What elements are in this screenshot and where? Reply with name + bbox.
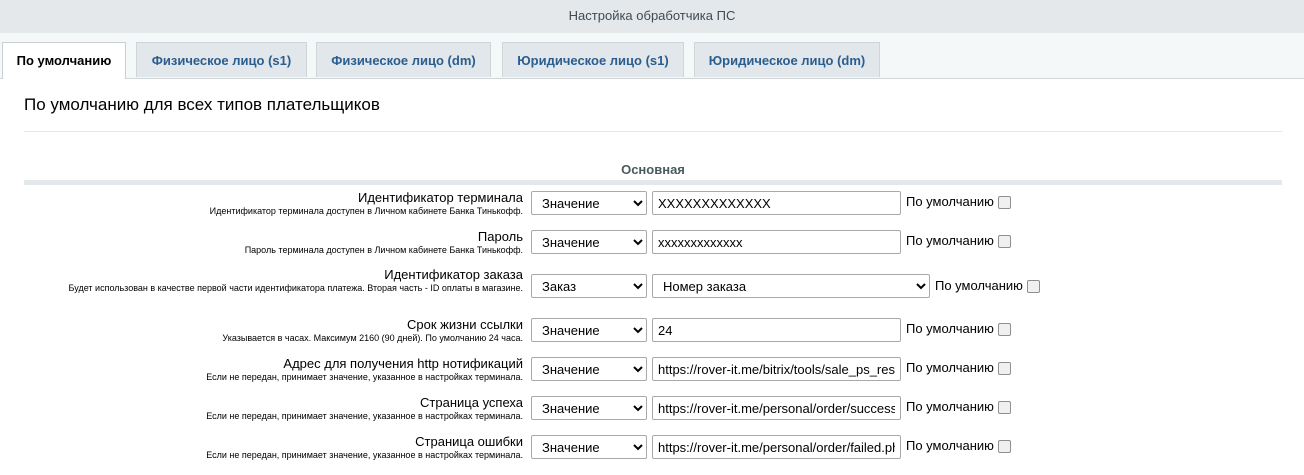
section-title: Основная [621,162,685,177]
divider [24,131,1282,132]
field-hint: Если не передан, принимает значение, ука… [206,372,523,382]
default-label: По умолчанию [906,321,994,336]
default-checkbox[interactable] [998,323,1011,336]
default-label: По умолчанию [935,278,1023,293]
default-label: По умолчанию [906,194,994,209]
default-checkbox[interactable] [998,362,1011,375]
field-label: Пароль [477,229,523,244]
tab-default[interactable]: По умолчанию [2,42,126,79]
source-type-select[interactable]: Значение [531,230,647,254]
default-checkbox[interactable] [1027,280,1040,293]
tab-bar: По умолчанию Физическое лицо (s1) Физиче… [0,33,1304,79]
tab-individual-s1[interactable]: Физическое лицо (s1) [136,42,307,77]
field-hint: Будет использован в качестве первой част… [68,283,523,293]
source-type-select[interactable]: Значение [531,435,647,459]
source-type-select[interactable]: Значение [531,396,647,420]
field-hint: Пароль терминала доступен в Личном кабин… [244,245,523,255]
fail-url-input[interactable] [652,435,901,459]
tab-individual-dm[interactable]: Физическое лицо (dm) [316,42,491,77]
default-label: По умолчанию [906,233,994,248]
success-url-input[interactable] [652,396,901,420]
link-lifetime-input[interactable] [652,318,901,342]
default-checkbox[interactable] [998,401,1011,414]
default-label: По умолчанию [906,360,994,375]
order-id-select[interactable]: Номер заказа [652,274,930,298]
source-type-select[interactable]: Значение [531,191,647,215]
field-label: Идентификатор заказа [384,267,523,282]
field-hint: Если не передан, принимает значение, ука… [206,411,523,421]
tab-legal-s1[interactable]: Юридическое лицо (s1) [502,42,684,77]
field-hint: Если не передан, принимает значение, ука… [206,450,523,460]
field-label: Страница успеха [420,395,523,410]
field-hint: Идентификатор терминала доступен в Лично… [209,206,523,216]
field-label: Идентификатор терминала [357,190,523,205]
default-checkbox[interactable] [998,235,1011,248]
password-input[interactable] [652,230,901,254]
tab-content: По умолчанию для всех типов плательщиков… [0,79,1304,475]
default-label: По умолчанию [906,399,994,414]
field-label: Страница ошибки [415,434,523,449]
tab-legal-dm[interactable]: Юридическое лицо (dm) [694,42,880,77]
default-label: По умолчанию [906,438,994,453]
field-label: Адрес для получения http нотификаций [283,356,523,371]
section-divider [24,180,1282,185]
default-checkbox[interactable] [998,196,1011,209]
page-heading: По умолчанию для всех типов плательщиков [24,95,380,114]
terminal-id-input[interactable] [652,191,901,215]
source-type-select[interactable]: Значение [531,318,647,342]
field-hint: Указывается в часах. Максимум 2160 (90 д… [222,333,523,343]
notification-url-input[interactable] [652,357,901,381]
default-checkbox[interactable] [998,440,1011,453]
source-type-select[interactable]: Заказ [531,274,647,298]
window-title: Настройка обработчика ПС [0,0,1304,34]
source-type-select[interactable]: Значение [531,357,647,381]
field-label: Срок жизни ссылки [407,317,523,332]
